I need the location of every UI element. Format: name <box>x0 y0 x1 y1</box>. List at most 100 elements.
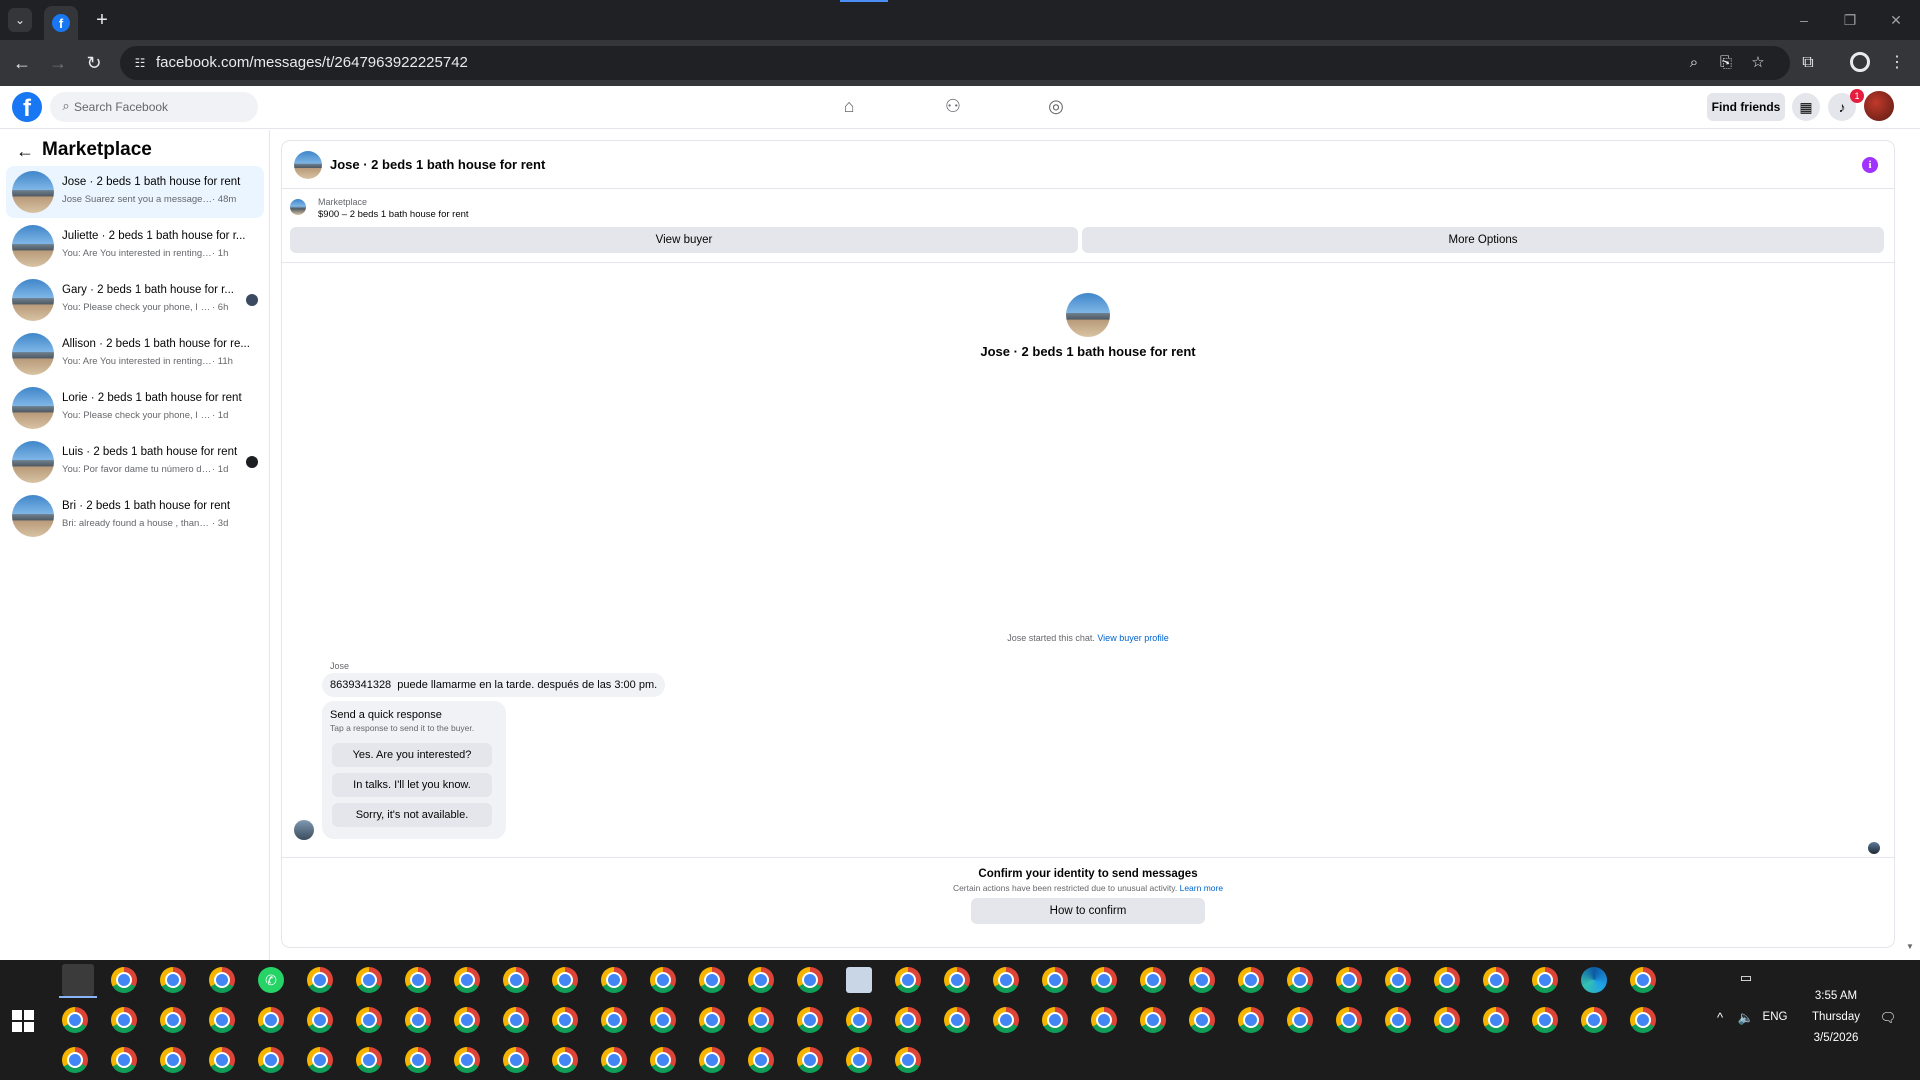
chrome-icon[interactable] <box>1483 967 1509 993</box>
chrome-icon[interactable] <box>160 1047 186 1073</box>
chrome-icon[interactable] <box>62 1047 88 1073</box>
clock-date[interactable]: 3/5/2026 <box>1796 1032 1876 1044</box>
listing-price[interactable]: $900 – 2 beds 1 bath house for rent <box>318 209 469 220</box>
chrome-icon[interactable] <box>160 1007 186 1033</box>
chrome-icon[interactable] <box>307 967 333 993</box>
chrome-icon[interactable] <box>503 1007 529 1033</box>
chrome-icon[interactable] <box>503 967 529 993</box>
chrome-icon[interactable] <box>601 967 627 993</box>
chrome-icon[interactable] <box>1581 1007 1607 1033</box>
browser-profile-icon[interactable] <box>1850 52 1870 72</box>
chrome-icon[interactable] <box>748 967 774 993</box>
chrome-icon[interactable] <box>1189 967 1215 993</box>
chrome-icon[interactable] <box>1140 967 1166 993</box>
chrome-icon[interactable] <box>1140 1007 1166 1033</box>
chrome-icon[interactable] <box>209 1007 235 1033</box>
chrome-icon[interactable] <box>601 1047 627 1073</box>
chrome-icon[interactable] <box>1434 967 1460 993</box>
chrome-icon[interactable] <box>601 1007 627 1033</box>
extensions-icon[interactable]: ⧉ <box>1797 52 1819 74</box>
chrome-icon[interactable] <box>748 1007 774 1033</box>
tab-facebook[interactable]: f <box>44 6 78 40</box>
chrome-icon[interactable] <box>1483 1007 1509 1033</box>
chrome-icon[interactable] <box>993 1007 1019 1033</box>
listing-thumbnail[interactable] <box>290 199 306 215</box>
chrome-icon[interactable] <box>895 1047 921 1073</box>
chrome-icon[interactable] <box>356 1007 382 1033</box>
facebook-search[interactable]: ⌕ <box>50 92 258 122</box>
chrome-icon[interactable] <box>1336 1007 1362 1033</box>
browser-menu-icon[interactable]: ⋮ <box>1886 52 1908 74</box>
chrome-icon[interactable] <box>699 1047 725 1073</box>
network-display-icon[interactable]: ▭ <box>1736 970 1756 986</box>
chrome-icon[interactable] <box>699 1007 725 1033</box>
conversation-item[interactable]: Juliette · 2 beds 1 bath house for r... … <box>6 220 264 272</box>
edge-icon[interactable] <box>1581 967 1607 993</box>
chrome-icon[interactable] <box>1189 1007 1215 1033</box>
chrome-icon[interactable] <box>209 967 235 993</box>
chrome-icon[interactable] <box>454 1007 480 1033</box>
view-buyer-button[interactable]: View buyer <box>290 227 1078 253</box>
restore-button[interactable]: ❐ <box>1834 8 1866 32</box>
chrome-icon[interactable] <box>258 1007 284 1033</box>
friends-icon[interactable]: ⚇ <box>941 94 965 118</box>
volume-icon[interactable]: 🔈 <box>1736 1010 1756 1026</box>
chat-title[interactable]: Jose · 2 beds 1 bath house for rent <box>330 157 545 172</box>
groups-icon[interactable]: ◎ <box>1044 94 1068 118</box>
language-indicator[interactable]: ENG <box>1760 1011 1790 1023</box>
quick-response-button[interactable]: Yes. Are you interested? <box>332 743 492 767</box>
bookmark-star-icon[interactable]: ☆ <box>1748 53 1768 73</box>
conversation-item[interactable]: Jose · 2 beds 1 bath house for rent Jose… <box>6 166 264 218</box>
chrome-icon[interactable] <box>1287 1007 1313 1033</box>
chrome-icon[interactable] <box>650 1007 676 1033</box>
chrome-icon[interactable] <box>1434 1007 1460 1033</box>
info-icon[interactable]: i <box>1862 157 1878 173</box>
chrome-icon[interactable] <box>1532 967 1558 993</box>
chrome-icon[interactable] <box>405 1047 431 1073</box>
quick-response-button[interactable]: Sorry, it's not available. <box>332 803 492 827</box>
find-friends-button[interactable]: Find friends <box>1707 93 1785 121</box>
chrome-icon[interactable] <box>356 1047 382 1073</box>
chrome-icon[interactable] <box>1336 967 1362 993</box>
chrome-icon[interactable] <box>1042 1007 1068 1033</box>
search-input[interactable] <box>74 92 249 122</box>
new-tab-button[interactable]: + <box>90 8 114 32</box>
chrome-icon[interactable] <box>944 967 970 993</box>
chrome-icon[interactable] <box>307 1007 333 1033</box>
more-options-button[interactable]: More Options <box>1082 227 1884 253</box>
chrome-icon[interactable] <box>797 1007 823 1033</box>
forward-icon[interactable]: → <box>46 51 70 75</box>
chrome-icon[interactable] <box>993 967 1019 993</box>
zoom-icon[interactable]: ⌕ <box>1684 53 1704 73</box>
chrome-icon[interactable] <box>503 1047 529 1073</box>
chrome-icon[interactable] <box>1532 1007 1558 1033</box>
back-arrow-icon[interactable]: ← <box>14 140 36 162</box>
menu-grid-icon[interactable]: ▦ <box>1792 93 1820 121</box>
chrome-icon[interactable] <box>895 967 921 993</box>
chrome-icon[interactable] <box>1238 1007 1264 1033</box>
chrome-icon[interactable] <box>1630 967 1656 993</box>
tab-search-dropdown-icon[interactable]: ⌄ <box>8 8 32 32</box>
chrome-icon[interactable] <box>454 967 480 993</box>
chrome-icon[interactable] <box>895 1007 921 1033</box>
chrome-icon[interactable] <box>1091 967 1117 993</box>
chrome-icon[interactable] <box>1630 1007 1656 1033</box>
chrome-icon[interactable] <box>552 1007 578 1033</box>
pinned-app-icon[interactable] <box>62 964 94 996</box>
how-to-confirm-button[interactable]: How to confirm <box>971 898 1205 924</box>
chrome-icon[interactable] <box>748 1047 774 1073</box>
chrome-icon[interactable] <box>552 967 578 993</box>
chrome-icon[interactable] <box>454 1047 480 1073</box>
chrome-icon[interactable] <box>111 1007 137 1033</box>
close-window-button[interactable]: ✕ <box>1880 8 1912 32</box>
chrome-icon[interactable] <box>160 967 186 993</box>
chrome-icon[interactable] <box>797 967 823 993</box>
chrome-icon[interactable] <box>307 1047 333 1073</box>
chrome-icon[interactable] <box>62 1007 88 1033</box>
chrome-icon[interactable] <box>1091 1007 1117 1033</box>
chrome-icon[interactable] <box>405 967 431 993</box>
chrome-icon[interactable] <box>405 1007 431 1033</box>
chrome-icon[interactable] <box>356 967 382 993</box>
windows-start-icon[interactable] <box>12 1010 34 1032</box>
conversation-item[interactable]: Gary · 2 beds 1 bath house for r... You:… <box>6 274 264 326</box>
